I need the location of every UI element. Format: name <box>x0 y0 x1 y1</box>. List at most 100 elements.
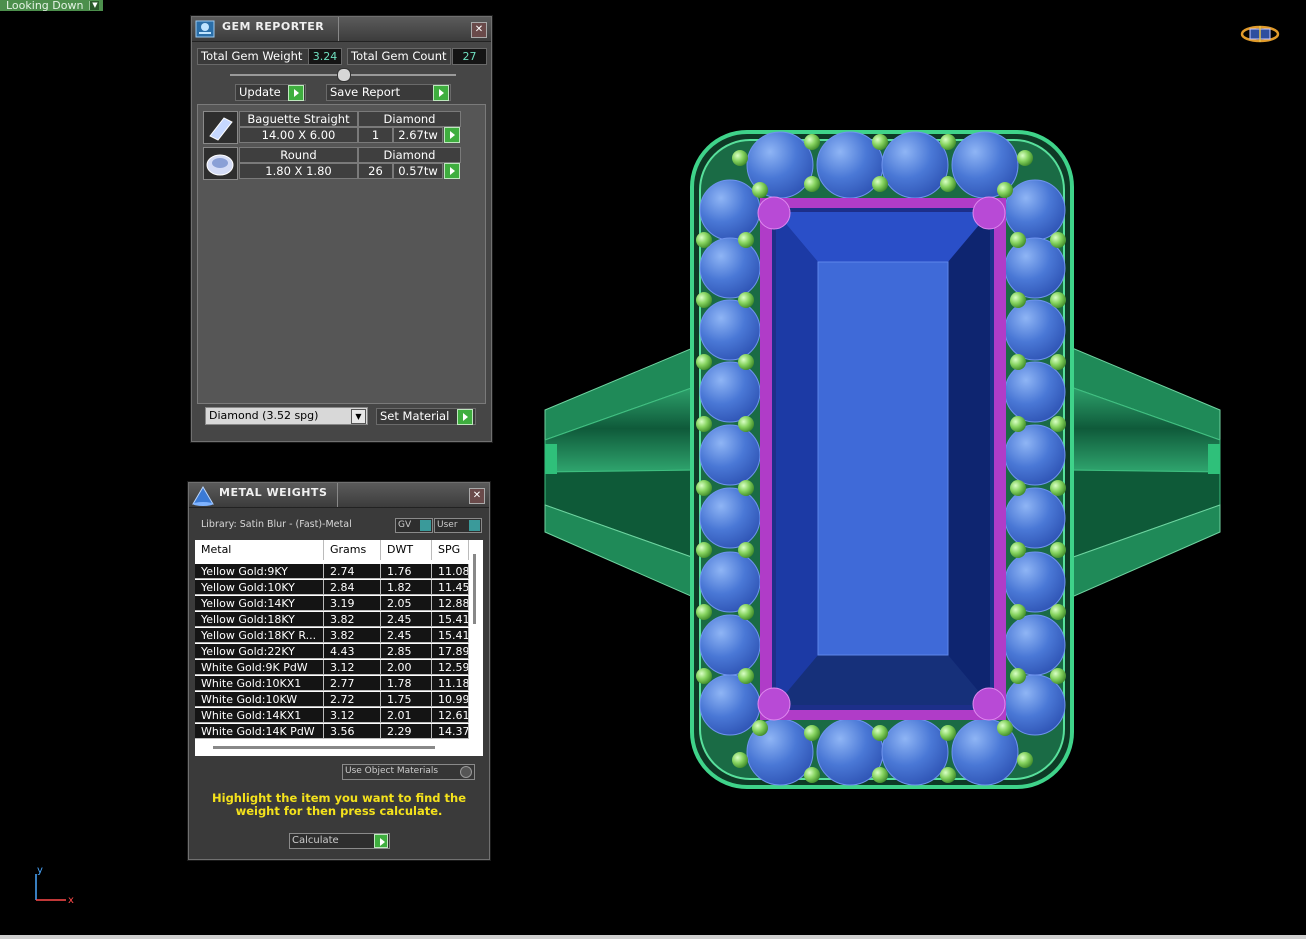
table-row[interactable]: Yellow Gold:18KY 3.82 2.45 15.41 <box>195 612 469 627</box>
table-row[interactable]: White Gold:14K PdW 3.56 2.29 14.37 <box>195 724 469 739</box>
table-row[interactable]: Yellow Gold:10KY 2.84 1.82 11.45 <box>195 580 469 595</box>
metal-cell: Yellow Gold:9KY <box>195 564 324 579</box>
metal-cell: White Gold:10KX1 <box>195 676 324 691</box>
grams-cell: 2.74 <box>324 564 381 579</box>
total-gem-weight-value: 3.24 <box>308 48 342 65</box>
metal-cell: Yellow Gold:10KY <box>195 580 324 595</box>
gem-count: 1 <box>358 127 393 143</box>
gem-material: Diamond <box>358 147 461 163</box>
grams-cell: 3.56 <box>324 724 381 739</box>
viewport-label[interactable]: Looking Down ▼ <box>0 0 104 11</box>
instruction-text: Highlight the item you want to find the … <box>212 791 466 818</box>
gem-weight: 0.57tw <box>393 163 443 179</box>
dwt-cell: 2.45 <box>381 628 432 643</box>
calculate-button[interactable]: Calculate <box>289 833 390 849</box>
table-row[interactable]: Yellow Gold:14KY 3.19 2.05 12.88 <box>195 596 469 611</box>
dwt-cell: 1.78 <box>381 676 432 691</box>
table-row[interactable]: White Gold:9K PdW 3.12 2.00 12.59 <box>195 660 469 675</box>
gem-details-play-icon[interactable] <box>444 163 460 179</box>
metal-cell: Yellow Gold:22KY <box>195 644 324 659</box>
grams-cell: 2.84 <box>324 580 381 595</box>
update-button[interactable]: Update <box>235 84 306 101</box>
navigation-cube-icon[interactable] <box>1240 24 1280 44</box>
metal-cell: Yellow Gold:18KY <box>195 612 324 627</box>
dwt-cell: 1.76 <box>381 564 432 579</box>
baguette-gem-thumbnail[interactable] <box>203 111 238 144</box>
axis-indicator: y x <box>35 865 74 906</box>
round-gem-thumbnail[interactable] <box>203 147 238 180</box>
table-row[interactable]: Yellow Gold:18KY R... 3.82 2.45 15.41 <box>195 628 469 643</box>
gv-toggle-label: GV <box>398 520 412 530</box>
horizontal-scrollbar[interactable] <box>213 746 435 749</box>
gem-list[interactable]: Baguette Straight Diamond 14.00 X 6.00 1… <box>197 104 486 404</box>
user-toggle[interactable]: User <box>434 518 482 533</box>
use-object-materials-label: Use Object Materials <box>345 766 439 776</box>
table-row[interactable]: Yellow Gold:9KY 2.74 1.76 11.08 <box>195 564 469 579</box>
metal-weights-rows[interactable]: Yellow Gold:9KY 2.74 1.76 11.08 Yellow Gold:… <box>195 564 469 740</box>
spg-cell: 11.45 <box>432 580 469 595</box>
save-report-button-label: Save Report <box>330 85 401 99</box>
gem-reporter-panel: GEM REPORTER ✕ Total Gem Weight 3.24 Tot… <box>191 16 492 442</box>
ring-model-render[interactable] <box>540 120 1230 800</box>
metal-cell: White Gold:14KX1 <box>195 708 324 723</box>
x-axis-label: x <box>68 895 74 906</box>
play-icon <box>374 834 388 848</box>
gem-reporter-titlebar[interactable]: GEM REPORTER ✕ <box>192 17 491 42</box>
column-header-dwt[interactable]: DWT <box>381 540 432 560</box>
gem-weight: 2.67tw <box>393 127 443 143</box>
grams-cell: 3.12 <box>324 708 381 723</box>
close-icon[interactable]: ✕ <box>471 22 487 38</box>
gem-size: 14.00 X 6.00 <box>239 127 358 143</box>
column-header-metal[interactable]: Metal <box>195 540 324 560</box>
material-select[interactable]: Diamond (3.52 spg) ▼ <box>205 407 368 425</box>
spg-cell: 12.61 <box>432 708 469 723</box>
dwt-cell: 2.85 <box>381 644 432 659</box>
gem-reporter-icon <box>195 20 215 38</box>
chevron-down-icon: ▼ <box>351 409 366 424</box>
y-axis-label: y <box>37 865 43 876</box>
metal-cell: Yellow Gold:18KY R... <box>195 628 324 643</box>
gv-toggle[interactable]: GV <box>395 518 433 533</box>
gem-details-play-icon[interactable] <box>444 127 460 143</box>
column-header-spg[interactable]: SPG <box>432 540 469 560</box>
metal-weights-titlebar[interactable]: METAL WEIGHTS ✕ <box>189 483 489 508</box>
save-report-button[interactable]: Save Report <box>326 84 451 101</box>
grams-cell: 3.12 <box>324 660 381 675</box>
set-material-button[interactable]: Set Material <box>376 408 476 425</box>
table-row[interactable]: Yellow Gold:22KY 4.43 2.85 17.89 <box>195 644 469 659</box>
play-icon <box>288 85 304 101</box>
toggle-icon <box>469 520 480 531</box>
metal-cell: White Gold:14K PdW <box>195 724 324 739</box>
spg-cell: 15.41 <box>432 628 469 643</box>
spg-cell: 12.88 <box>432 596 469 611</box>
dwt-cell: 2.00 <box>381 660 432 675</box>
spg-cell: 11.18 <box>432 676 469 691</box>
spg-cell: 14.37 <box>432 724 469 739</box>
grams-cell: 2.77 <box>324 676 381 691</box>
grams-cell: 3.19 <box>324 596 381 611</box>
gem-shape: Baguette Straight <box>239 111 358 127</box>
grams-cell: 3.82 <box>324 612 381 627</box>
play-icon <box>457 409 473 425</box>
gem-count: 26 <box>358 163 393 179</box>
table-row[interactable]: White Gold:14KX1 3.12 2.01 12.61 <box>195 708 469 723</box>
material-select-value: Diamond (3.52 spg) <box>209 409 319 422</box>
total-gem-count-label: Total Gem Count <box>347 48 451 65</box>
update-button-label: Update <box>239 85 281 99</box>
metal-weights-panel: METAL WEIGHTS ✕ Library: Satin Blur - (F… <box>188 482 490 860</box>
radio-icon <box>460 766 472 778</box>
set-material-button-label: Set Material <box>380 409 450 423</box>
spg-cell: 11.08 <box>432 564 469 579</box>
spg-cell: 12.59 <box>432 660 469 675</box>
panel-slider-handle[interactable] <box>337 68 351 82</box>
use-object-materials-toggle[interactable]: Use Object Materials <box>342 764 475 780</box>
grams-cell: 4.43 <box>324 644 381 659</box>
metal-cell: White Gold:10KW <box>195 692 324 707</box>
table-row[interactable]: White Gold:10KW 2.72 1.75 10.99 <box>195 692 469 707</box>
column-header-grams[interactable]: Grams <box>324 540 381 560</box>
table-row[interactable]: White Gold:10KX1 2.77 1.78 11.18 <box>195 676 469 691</box>
metal-weights-table[interactable]: Metal Grams DWT SPG Yellow Gold:9KY 2.74 1… <box>195 540 483 756</box>
close-icon[interactable]: ✕ <box>469 488 485 504</box>
chevron-down-icon[interactable]: ▼ <box>89 1 100 10</box>
vertical-scrollbar[interactable] <box>473 554 476 624</box>
